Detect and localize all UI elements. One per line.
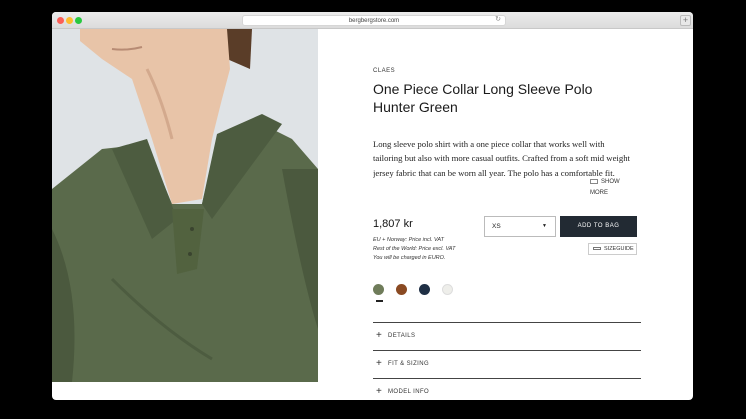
url-text: bergbergstore.com xyxy=(348,18,400,24)
swatch-navy[interactable] xyxy=(419,284,430,295)
price-note: You will be charged in EURO. xyxy=(373,255,446,261)
product-info: CLAES One Piece Collar Long Sleeve Polo … xyxy=(373,29,673,400)
show-more-button[interactable]: SHOW MORE xyxy=(587,177,639,196)
product-photo xyxy=(52,29,318,382)
accordion-label: MODEL INFO xyxy=(388,389,430,395)
accordion-model-info[interactable]: + MODEL INFO xyxy=(373,378,641,400)
accordion-fit-sizing[interactable]: + FIT & SIZING xyxy=(373,350,641,378)
price-note: Rest of the World: Price excl. VAT xyxy=(373,246,456,252)
comment-icon xyxy=(590,178,598,184)
accordion-label: DETAILS xyxy=(388,333,416,339)
accordion-details[interactable]: + DETAILS xyxy=(373,322,641,350)
plus-icon: + xyxy=(376,386,382,397)
minimize-window-button[interactable] xyxy=(66,17,73,24)
selected-swatch-indicator xyxy=(376,300,383,302)
product-price: 1,807 kr xyxy=(373,218,413,230)
swatch-green[interactable] xyxy=(373,284,384,295)
product-description: Long sleeve polo shirt with a one piece … xyxy=(373,139,630,178)
reload-icon[interactable]: ↻ xyxy=(495,15,501,25)
browser-window: bergbergstore.com ↻ + CLAES One Piece Co… xyxy=(52,12,693,400)
swatch-white[interactable] xyxy=(442,284,453,295)
product-title: One Piece Collar Long Sleeve Polo Hunter… xyxy=(373,81,593,115)
add-to-bag-button[interactable]: ADD TO BAG xyxy=(560,216,637,237)
swatch-brown[interactable] xyxy=(396,284,407,295)
browser-titlebar: bergbergstore.com ↻ + xyxy=(52,12,693,29)
price-note: EU + Norway: Price incl. VAT xyxy=(373,237,444,243)
close-window-button[interactable] xyxy=(57,17,64,24)
maximize-window-button[interactable] xyxy=(75,17,82,24)
address-bar[interactable]: bergbergstore.com ↻ xyxy=(242,15,506,26)
chevron-down-icon: ▼ xyxy=(542,223,547,229)
brand-name[interactable]: CLAES xyxy=(373,68,395,74)
size-guide-label: SIZEGUIDE xyxy=(604,246,634,252)
new-tab-button[interactable]: + xyxy=(680,15,691,26)
plus-icon: + xyxy=(376,330,382,341)
plus-icon: + xyxy=(376,358,382,369)
size-guide-button[interactable]: SIZEGUIDE xyxy=(588,243,637,255)
ruler-icon xyxy=(593,247,601,251)
size-value: XS xyxy=(492,223,501,230)
size-select[interactable]: XS ▼ xyxy=(484,216,556,237)
price-notes: EU + Norway: Price incl. VAT Rest of the… xyxy=(373,236,455,263)
accordion-label: FIT & SIZING xyxy=(388,361,430,367)
